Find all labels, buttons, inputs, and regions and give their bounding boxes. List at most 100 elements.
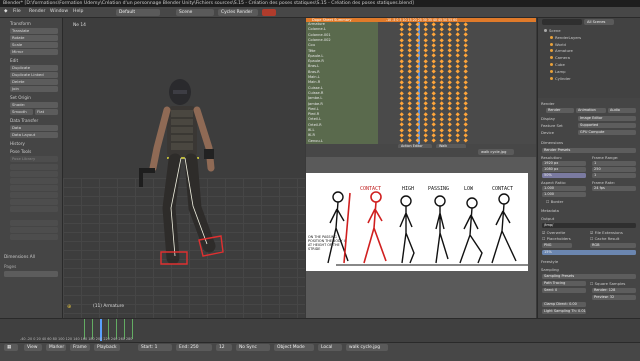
color-mode-buttons[interactable]: RGB bbox=[590, 243, 636, 248]
keyframe-diamond[interactable] bbox=[463, 69, 469, 75]
outliner-item[interactable]: Cylinder bbox=[550, 76, 571, 81]
section-history[interactable]: History bbox=[10, 141, 25, 146]
keyframe-diamond[interactable] bbox=[431, 74, 437, 80]
keyframe-diamond[interactable] bbox=[399, 53, 405, 59]
menu-render[interactable]: Render bbox=[29, 9, 45, 14]
keyframe-diamond[interactable] bbox=[455, 85, 461, 91]
render-button[interactable]: Render bbox=[546, 108, 574, 113]
dope-channel[interactable]: Cuisse.L bbox=[308, 86, 376, 91]
keyframe-diamond[interactable] bbox=[423, 127, 429, 133]
dope-channel[interactable]: Colonne.002 bbox=[308, 38, 376, 43]
render-engine-dropdown[interactable]: Cycles Render bbox=[218, 9, 258, 16]
keyframe-diamond[interactable] bbox=[399, 74, 405, 80]
timeline-editor[interactable]: -40 -20 0 20 40 60 80 100 120 140 160 18… bbox=[0, 318, 640, 343]
status-image-name[interactable]: walk cycle.jpg bbox=[346, 344, 388, 351]
dope-channel[interactable]: Main.R bbox=[308, 80, 376, 85]
dope-channel[interactable]: Cou bbox=[308, 43, 376, 48]
keyframe-diamond[interactable] bbox=[399, 96, 405, 101]
keyframe-diamond[interactable] bbox=[463, 138, 469, 144]
keyframe-diamond[interactable] bbox=[423, 96, 429, 101]
keyframe-diamond[interactable] bbox=[407, 90, 413, 96]
keyframe-diamond[interactable] bbox=[431, 138, 437, 144]
keyframe-diamond[interactable] bbox=[447, 37, 453, 43]
dope-channel[interactable]: Armature bbox=[308, 22, 376, 27]
keyframe-diamond[interactable] bbox=[439, 59, 445, 64]
keyframe-diamond[interactable] bbox=[463, 127, 469, 133]
keyframe-diamond[interactable] bbox=[431, 127, 437, 133]
placeholders-checkbox[interactable]: ☐ Placeholders bbox=[542, 236, 571, 241]
keyframe-diamond[interactable] bbox=[447, 53, 453, 59]
keyframe-diamond[interactable] bbox=[447, 69, 453, 75]
3d-viewport[interactable]: Ne 14 (11) Armature ⊕ bbox=[63, 18, 305, 318]
keyframe-diamond[interactable] bbox=[431, 122, 437, 128]
keyframe-diamond[interactable] bbox=[415, 53, 421, 59]
section-data-transfer[interactable]: Data Transfer bbox=[10, 118, 38, 123]
dope-channel[interactable]: Genou.L bbox=[308, 139, 376, 144]
keyframe-diamond[interactable] bbox=[447, 32, 453, 38]
menu-window[interactable]: Window bbox=[50, 9, 68, 14]
keyframe-diamond[interactable] bbox=[415, 127, 421, 133]
data-layout-button[interactable]: Data Layout bbox=[10, 132, 58, 138]
keyframe-diamond[interactable] bbox=[399, 112, 405, 117]
keyframe-diamond[interactable] bbox=[431, 22, 437, 27]
device-dropdown[interactable]: GPU Compute bbox=[578, 130, 636, 135]
keyframe-diamond[interactable] bbox=[447, 59, 453, 64]
frame-rate-dropdown[interactable]: 24 fps bbox=[592, 186, 636, 191]
keyframe-diamond[interactable] bbox=[415, 96, 421, 101]
keyframe-diamond[interactable] bbox=[423, 138, 429, 144]
duplicate-linked-button[interactable]: Duplicate Linked bbox=[10, 72, 58, 78]
keyframe-diamond[interactable] bbox=[399, 122, 405, 128]
keyframe-diamond[interactable] bbox=[423, 32, 429, 38]
resolution-percent-field[interactable]: 50% bbox=[542, 173, 586, 178]
file-extensions-checkbox[interactable]: ☑ File Extensions bbox=[590, 230, 623, 235]
keyframe-diamond[interactable] bbox=[407, 37, 413, 43]
keyframe-diamond[interactable] bbox=[455, 32, 461, 38]
dope-channel[interactable]: Orteil.L bbox=[308, 117, 376, 122]
keyframe-diamond[interactable] bbox=[447, 90, 453, 96]
keyframe-diamond[interactable] bbox=[447, 112, 453, 117]
keyframe-diamond[interactable] bbox=[407, 112, 413, 117]
outliner-item[interactable]: Armature bbox=[550, 48, 573, 53]
keyframe-diamond[interactable] bbox=[455, 122, 461, 128]
aspect-x-field[interactable]: 1.000 bbox=[542, 186, 586, 191]
compression-slider[interactable]: 15% bbox=[542, 250, 636, 255]
keyframe-diamond[interactable] bbox=[399, 69, 405, 75]
keyframe-diamond[interactable] bbox=[463, 59, 469, 64]
dope-channel[interactable]: Bras.L bbox=[308, 64, 376, 69]
keyframe-diamond[interactable] bbox=[455, 37, 461, 43]
keyframe-diamond[interactable] bbox=[423, 90, 429, 96]
keyframe-diamond[interactable] bbox=[415, 37, 421, 43]
keyframe-diamond[interactable] bbox=[415, 69, 421, 75]
output-header[interactable]: Output bbox=[541, 216, 554, 221]
keyframe-diamond[interactable] bbox=[415, 112, 421, 117]
outliner-item[interactable]: Cube bbox=[550, 62, 565, 67]
keyframe-diamond[interactable] bbox=[447, 138, 453, 144]
keyframe-diamond[interactable] bbox=[431, 37, 437, 43]
keyframe-diamond[interactable] bbox=[431, 106, 437, 112]
layout-dropdown[interactable]: Default bbox=[116, 9, 160, 16]
pivot-dropdown[interactable]: Local bbox=[318, 344, 342, 351]
integrator-dropdown[interactable]: Path Tracing bbox=[542, 281, 586, 286]
scene-dropdown[interactable]: Scene bbox=[176, 9, 214, 16]
keyframe-diamond[interactable] bbox=[463, 22, 469, 27]
keyframe-diamond[interactable] bbox=[447, 43, 453, 48]
freestyle-header[interactable]: Freestyle bbox=[541, 259, 558, 264]
keyframe-diamond[interactable] bbox=[423, 43, 429, 48]
frame-start-field[interactable]: 1 bbox=[592, 161, 636, 166]
outliner-item[interactable]: Lamp bbox=[550, 69, 566, 74]
dimensions-header[interactable]: Dimensions bbox=[541, 140, 563, 145]
resolution-y-field[interactable]: 1080 px bbox=[542, 167, 586, 172]
keyframe-diamond[interactable] bbox=[431, 59, 437, 64]
dope-channel[interactable]: Main.L bbox=[308, 75, 376, 80]
last-operator-header[interactable]: Dimensions All bbox=[4, 254, 35, 259]
blender-logo-icon[interactable]: ◆ bbox=[4, 9, 8, 14]
keyframe-diamond[interactable] bbox=[455, 112, 461, 117]
keyframe-diamond[interactable] bbox=[423, 22, 429, 27]
keyframe-diamond[interactable] bbox=[455, 43, 461, 48]
dope-channel[interactable]: Cuisse.R bbox=[308, 91, 376, 96]
keyframe-diamond[interactable] bbox=[463, 85, 469, 91]
sampling-header[interactable]: Sampling bbox=[541, 267, 559, 272]
mirror-button[interactable]: Mirror bbox=[10, 49, 58, 55]
dope-channel[interactable]: Pied.R bbox=[308, 112, 376, 117]
timeline-playback-menu[interactable]: Playback bbox=[94, 344, 120, 351]
